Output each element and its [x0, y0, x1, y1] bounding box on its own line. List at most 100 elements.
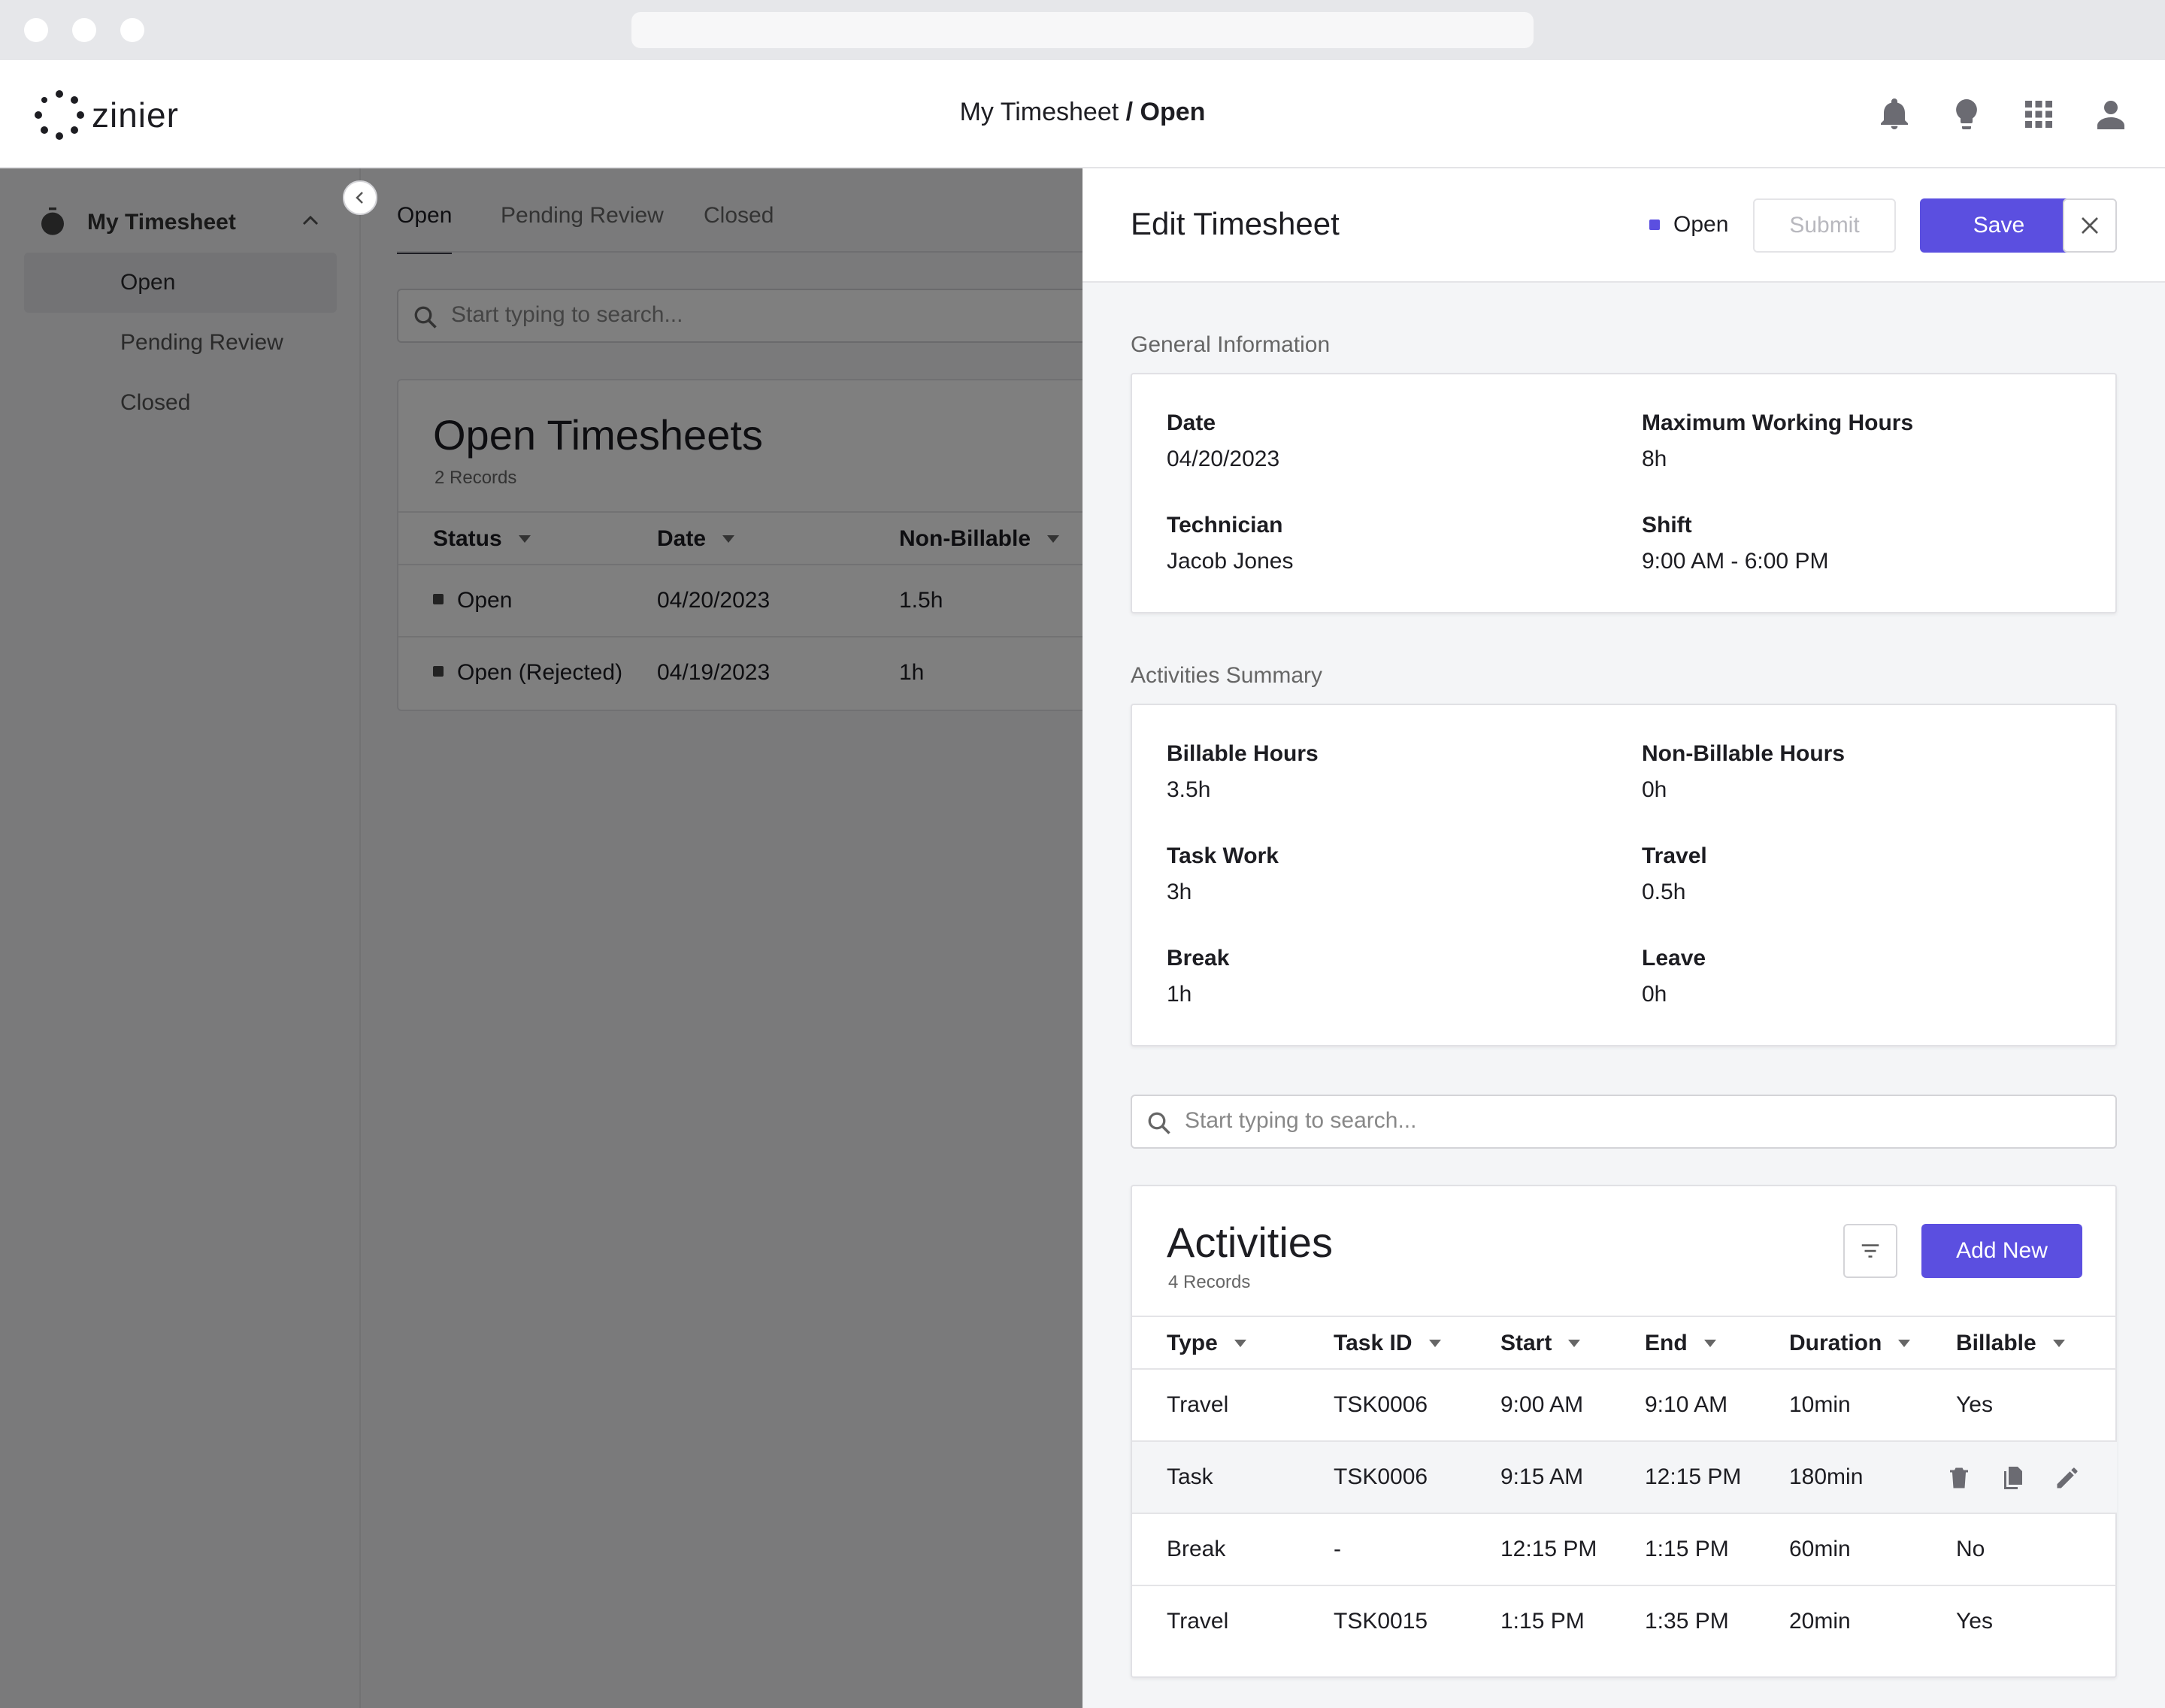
duration-cell: 180min [1789, 1464, 1864, 1489]
column-label: Type [1167, 1331, 1218, 1355]
panel-title: Edit Timesheet [1131, 206, 1340, 241]
travel-value: 0.5h [1642, 880, 1686, 904]
search-icon [1148, 1112, 1170, 1134]
close-button[interactable] [2063, 198, 2117, 253]
column-label: Billable [1956, 1331, 2036, 1355]
billable-hours-label: Billable Hours [1167, 741, 1319, 766]
user-avatar-icon[interactable] [2093, 96, 2129, 132]
save-button[interactable]: Save [1920, 198, 2078, 253]
breadcrumb-parent[interactable]: My Timesheet [960, 98, 1119, 126]
activity-row[interactable]: Travel TSK0006 9:00 AM 9:10 AM 10min Yes [1132, 1370, 2117, 1442]
sort-caret-icon [1234, 1340, 1246, 1347]
apps-grid-icon[interactable] [2021, 96, 2057, 132]
billable-cell: Yes [1956, 1392, 1993, 1417]
window-close-dot[interactable] [24, 18, 48, 42]
start-cell: 9:00 AM [1500, 1392, 1584, 1417]
billable-hours-value: 3.5h [1167, 777, 1211, 802]
filter-button[interactable] [1843, 1224, 1897, 1278]
window-minimize-dot[interactable] [72, 18, 96, 42]
non-billable-hours-label: Non-Billable Hours [1642, 741, 1846, 766]
breadcrumb-current: Open [1140, 98, 1206, 126]
leave-label: Leave [1642, 946, 1706, 971]
status-square-icon [1649, 220, 1660, 230]
edit-timesheet-panel: Edit Timesheet Open Submit Save General … [1082, 168, 2165, 1708]
activities-card: Activities 4 Records Add New Type Task I… [1131, 1185, 2117, 1678]
column-label: Duration [1789, 1331, 1882, 1355]
column-header-end[interactable]: End [1645, 1331, 1716, 1356]
column-header-type[interactable]: Type [1167, 1331, 1246, 1356]
bell-icon[interactable] [1876, 96, 1912, 132]
column-header-task-id[interactable]: Task ID [1334, 1331, 1441, 1356]
break-value: 1h [1167, 982, 1192, 1007]
activity-row[interactable]: Task TSK0006 9:15 AM 12:15 PM 180min [1132, 1442, 2117, 1514]
activities-summary-heading: Activities Summary [1131, 663, 1323, 688]
column-header-duration[interactable]: Duration [1789, 1331, 1911, 1356]
general-info-card: Date 04/20/2023 Maximum Working Hours 8h… [1131, 373, 2117, 613]
technician-label: Technician [1167, 513, 1283, 538]
chevron-left-icon [356, 192, 363, 204]
column-header-start[interactable]: Start [1500, 1331, 1581, 1356]
start-cell: 1:15 PM [1500, 1609, 1585, 1634]
shift-value: 9:00 AM - 6:00 PM [1642, 549, 1829, 574]
column-header-billable[interactable]: Billable [1956, 1331, 2065, 1356]
task-id-cell: TSK0006 [1334, 1392, 1428, 1417]
activity-row[interactable]: Break - 12:15 PM 1:15 PM 60min No [1132, 1514, 2117, 1586]
browser-chrome [0, 0, 2165, 60]
billable-cell: No [1956, 1537, 1985, 1561]
sort-caret-icon [1898, 1340, 1911, 1347]
task-id-cell: TSK0006 [1334, 1464, 1428, 1489]
activities-table-header: Type Task ID Start End Duration Billable [1132, 1316, 2117, 1370]
column-label: Task ID [1334, 1331, 1413, 1355]
lightbulb-icon[interactable] [1949, 96, 1985, 132]
address-bar[interactable] [631, 12, 1534, 48]
duration-cell: 20min [1789, 1609, 1851, 1634]
type-cell: Task [1167, 1464, 1213, 1489]
non-billable-hours-value: 0h [1642, 777, 1667, 802]
task-work-value: 3h [1167, 880, 1192, 904]
breadcrumb-separator: / [1119, 98, 1140, 126]
max-hours-value: 8h [1642, 447, 1667, 471]
shift-label: Shift [1642, 513, 1692, 538]
activities-record-count: 4 Records [1168, 1272, 1251, 1292]
sort-caret-icon [2052, 1340, 2065, 1347]
trash-icon[interactable] [1945, 1464, 1973, 1491]
type-cell: Travel [1167, 1609, 1229, 1634]
pencil-icon[interactable] [2054, 1464, 2081, 1491]
task-id-cell: - [1334, 1537, 1341, 1561]
app-header: zinier My Timesheet / Open [0, 60, 2165, 168]
end-cell: 12:15 PM [1645, 1464, 1742, 1489]
start-cell: 12:15 PM [1500, 1537, 1597, 1561]
end-cell: 1:15 PM [1645, 1537, 1729, 1561]
status-text: Open [1673, 212, 1729, 237]
date-label: Date [1167, 410, 1216, 435]
activities-search-input[interactable] [1185, 1108, 2087, 1134]
add-new-button[interactable]: Add New [1921, 1224, 2082, 1278]
activity-row[interactable]: Travel TSK0015 1:15 PM 1:35 PM 20min Yes [1132, 1586, 2117, 1658]
submit-button[interactable]: Submit [1753, 198, 1896, 253]
sort-caret-icon [1703, 1340, 1716, 1347]
close-icon [2082, 217, 2098, 234]
modal-backdrop[interactable] [0, 168, 1082, 1708]
duration-cell: 60min [1789, 1537, 1851, 1561]
end-cell: 9:10 AM [1645, 1392, 1728, 1417]
billable-cell: Yes [1956, 1609, 1993, 1634]
type-cell: Travel [1167, 1392, 1229, 1417]
activities-title: Activities [1167, 1219, 1333, 1266]
break-label: Break [1167, 946, 1230, 971]
status-badge: Open [1649, 212, 1728, 238]
sort-caret-icon [1428, 1340, 1441, 1347]
column-label: Start [1500, 1331, 1552, 1355]
activities-summary-card: Billable Hours 3.5h Non-Billable Hours 0… [1131, 704, 2117, 1046]
task-work-label: Task Work [1167, 843, 1279, 868]
copy-icon[interactable] [2000, 1464, 2027, 1491]
sidebar-collapse-button[interactable] [343, 180, 377, 215]
filter-icon [1861, 1244, 1879, 1258]
travel-label: Travel [1642, 843, 1707, 868]
task-id-cell: TSK0015 [1334, 1609, 1428, 1634]
duration-cell: 10min [1789, 1392, 1851, 1417]
end-cell: 1:35 PM [1645, 1609, 1729, 1634]
breadcrumb: My Timesheet / Open [0, 98, 2165, 127]
date-value: 04/20/2023 [1167, 447, 1280, 471]
window-maximize-dot[interactable] [120, 18, 144, 42]
leave-value: 0h [1642, 982, 1667, 1007]
